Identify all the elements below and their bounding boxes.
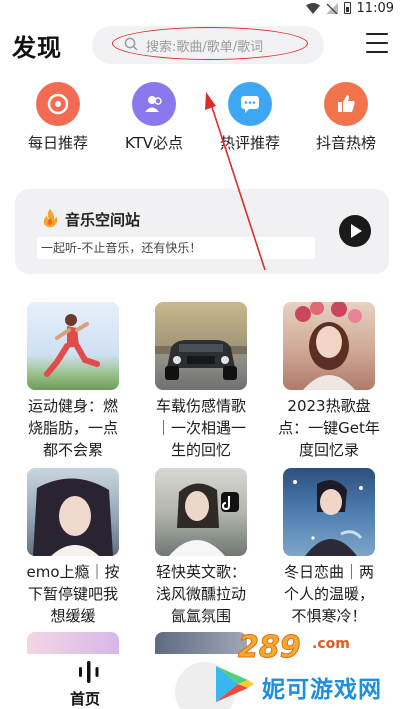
watermark-site-name: 妮可游戏网 <box>262 677 382 703</box>
playlist-title-line: 不惧寒冷！ <box>291 607 367 625</box>
entry-ktv[interactable]: KTV必点 <box>106 82 202 153</box>
playlist-title: 运动健身：燃 烧脂肪，一点 都不会累 <box>18 395 128 461</box>
playlist-title-line: 轻快英文歌： <box>155 563 246 581</box>
playlist-card[interactable]: 2023热歌盘 点：一键Get年 度回忆录 <box>274 302 384 461</box>
page-title: 发现 <box>12 34 62 62</box>
playlist-title-line: 运动健身：燃 <box>27 397 118 415</box>
search-placeholder: 搜索:歌曲/歌单/歌词 <box>146 39 264 55</box>
playlist-title-line: 点：一键Get年 <box>278 419 380 437</box>
playlist-card[interactable]: 轻快英文歌： 浅风微醺拉动 氤氲氛围 <box>146 468 256 627</box>
clock: 11:09 <box>356 0 394 16</box>
menu-button[interactable] <box>366 33 388 53</box>
users-icon <box>132 82 176 126</box>
playlist-cover <box>155 302 247 390</box>
playlist-title-line: 车载伤感情歌 <box>155 397 246 415</box>
playlist-title-line: 冬日恋曲｜两 <box>283 563 374 581</box>
playlist-title-line: 都不会累 <box>42 441 103 459</box>
status-bar: 11:09 <box>0 0 400 16</box>
playlist-title-line: 烧脂肪，一点 <box>27 419 118 437</box>
watermark-domain: .com <box>312 636 350 652</box>
playlist-card[interactable]: emo上瘾｜按 下暂停键吧我 想缓缓 <box>18 468 128 627</box>
playlist-title-line: 生的回忆 <box>170 441 231 459</box>
watermark: 289 .com 妮可游戏网 <box>196 630 396 709</box>
playlist-title-line: 个人的温暖， <box>283 585 374 603</box>
playlist-title-line: 浅风微醺拉动 <box>155 585 246 603</box>
search-icon <box>124 37 138 51</box>
playlist-title: emo上瘾｜按 下暂停键吧我 想缓缓 <box>18 561 128 627</box>
thumb-up-icon <box>324 82 368 126</box>
entry-label: KTV必点 <box>124 134 184 152</box>
playlist-cover <box>155 468 247 556</box>
chat-bubble-icon <box>228 82 272 126</box>
playlist-card[interactable]: 车载伤感情歌 ｜一次相遇一 生的回忆 <box>146 302 256 461</box>
playlist-title: 冬日恋曲｜两 个人的温暖， 不惧寒冷！ <box>274 561 384 627</box>
playlist-cover <box>27 468 119 556</box>
play-button[interactable] <box>339 215 371 247</box>
playlist-cover <box>283 468 375 556</box>
menu-line <box>366 41 388 45</box>
playlist-card[interactable]: 冬日恋曲｜两 个人的温暖， 不惧寒冷！ <box>274 468 384 627</box>
menu-line <box>366 33 388 36</box>
music-station-card[interactable]: 音乐空间站 一起听-不止音乐，还有快乐！ <box>15 189 389 274</box>
entry-label: 热评推荐 <box>219 134 280 152</box>
entry-daily-recommend[interactable]: 每日推荐 <box>10 82 106 153</box>
playlist-title: 车载伤感情歌 ｜一次相遇一 生的回忆 <box>146 395 256 461</box>
entry-label: 抖音热榜 <box>315 134 376 152</box>
playlist-card[interactable]: 运动健身：燃 烧脂肪，一点 都不会累 <box>18 302 128 461</box>
battery-icon <box>343 2 351 14</box>
watermark-number: 289 <box>238 630 302 666</box>
fire-icon <box>43 209 58 228</box>
playlist-title-line: 氤氲氛围 <box>170 607 231 625</box>
playlist-title-line: ｜一次相遇一 <box>155 419 246 437</box>
station-subtitle: 一起听-不止音乐，还有快乐！ <box>37 237 315 259</box>
playlist-cover <box>27 302 119 390</box>
signal-icon <box>325 2 338 14</box>
playlist-cover <box>283 302 375 390</box>
entry-douyin-chart[interactable]: 抖音热榜 <box>298 82 394 153</box>
wifi-icon <box>305 2 320 14</box>
quick-entries: 每日推荐 KTV必点 热评推荐 抖音热榜 <box>0 82 400 162</box>
entry-hot-comments[interactable]: 热评推荐 <box>202 82 298 153</box>
station-title: 音乐空间站 <box>65 211 141 229</box>
entry-label: 每日推荐 <box>27 134 88 152</box>
menu-line <box>366 50 388 53</box>
playlist-title-line: 想缓缓 <box>50 607 96 625</box>
playlist-title: 2023热歌盘 点：一键Get年 度回忆录 <box>274 395 384 461</box>
play-store-logo-icon <box>216 666 254 702</box>
nav-home-label[interactable]: 首页 <box>70 688 100 709</box>
vinyl-disc-icon <box>36 82 80 126</box>
playlist-cover-partial[interactable] <box>27 632 119 656</box>
equalizer-icon <box>79 661 99 683</box>
playlist-title-line: emo上瘾｜按 <box>26 563 120 581</box>
playlist-title: 轻快英文歌： 浅风微醺拉动 氤氲氛围 <box>146 561 256 627</box>
playlist-title-line: 2023热歌盘 <box>287 397 371 415</box>
playlist-title-line: 下暂停键吧我 <box>27 585 118 603</box>
playlist-title-line: 度回忆录 <box>298 441 359 459</box>
